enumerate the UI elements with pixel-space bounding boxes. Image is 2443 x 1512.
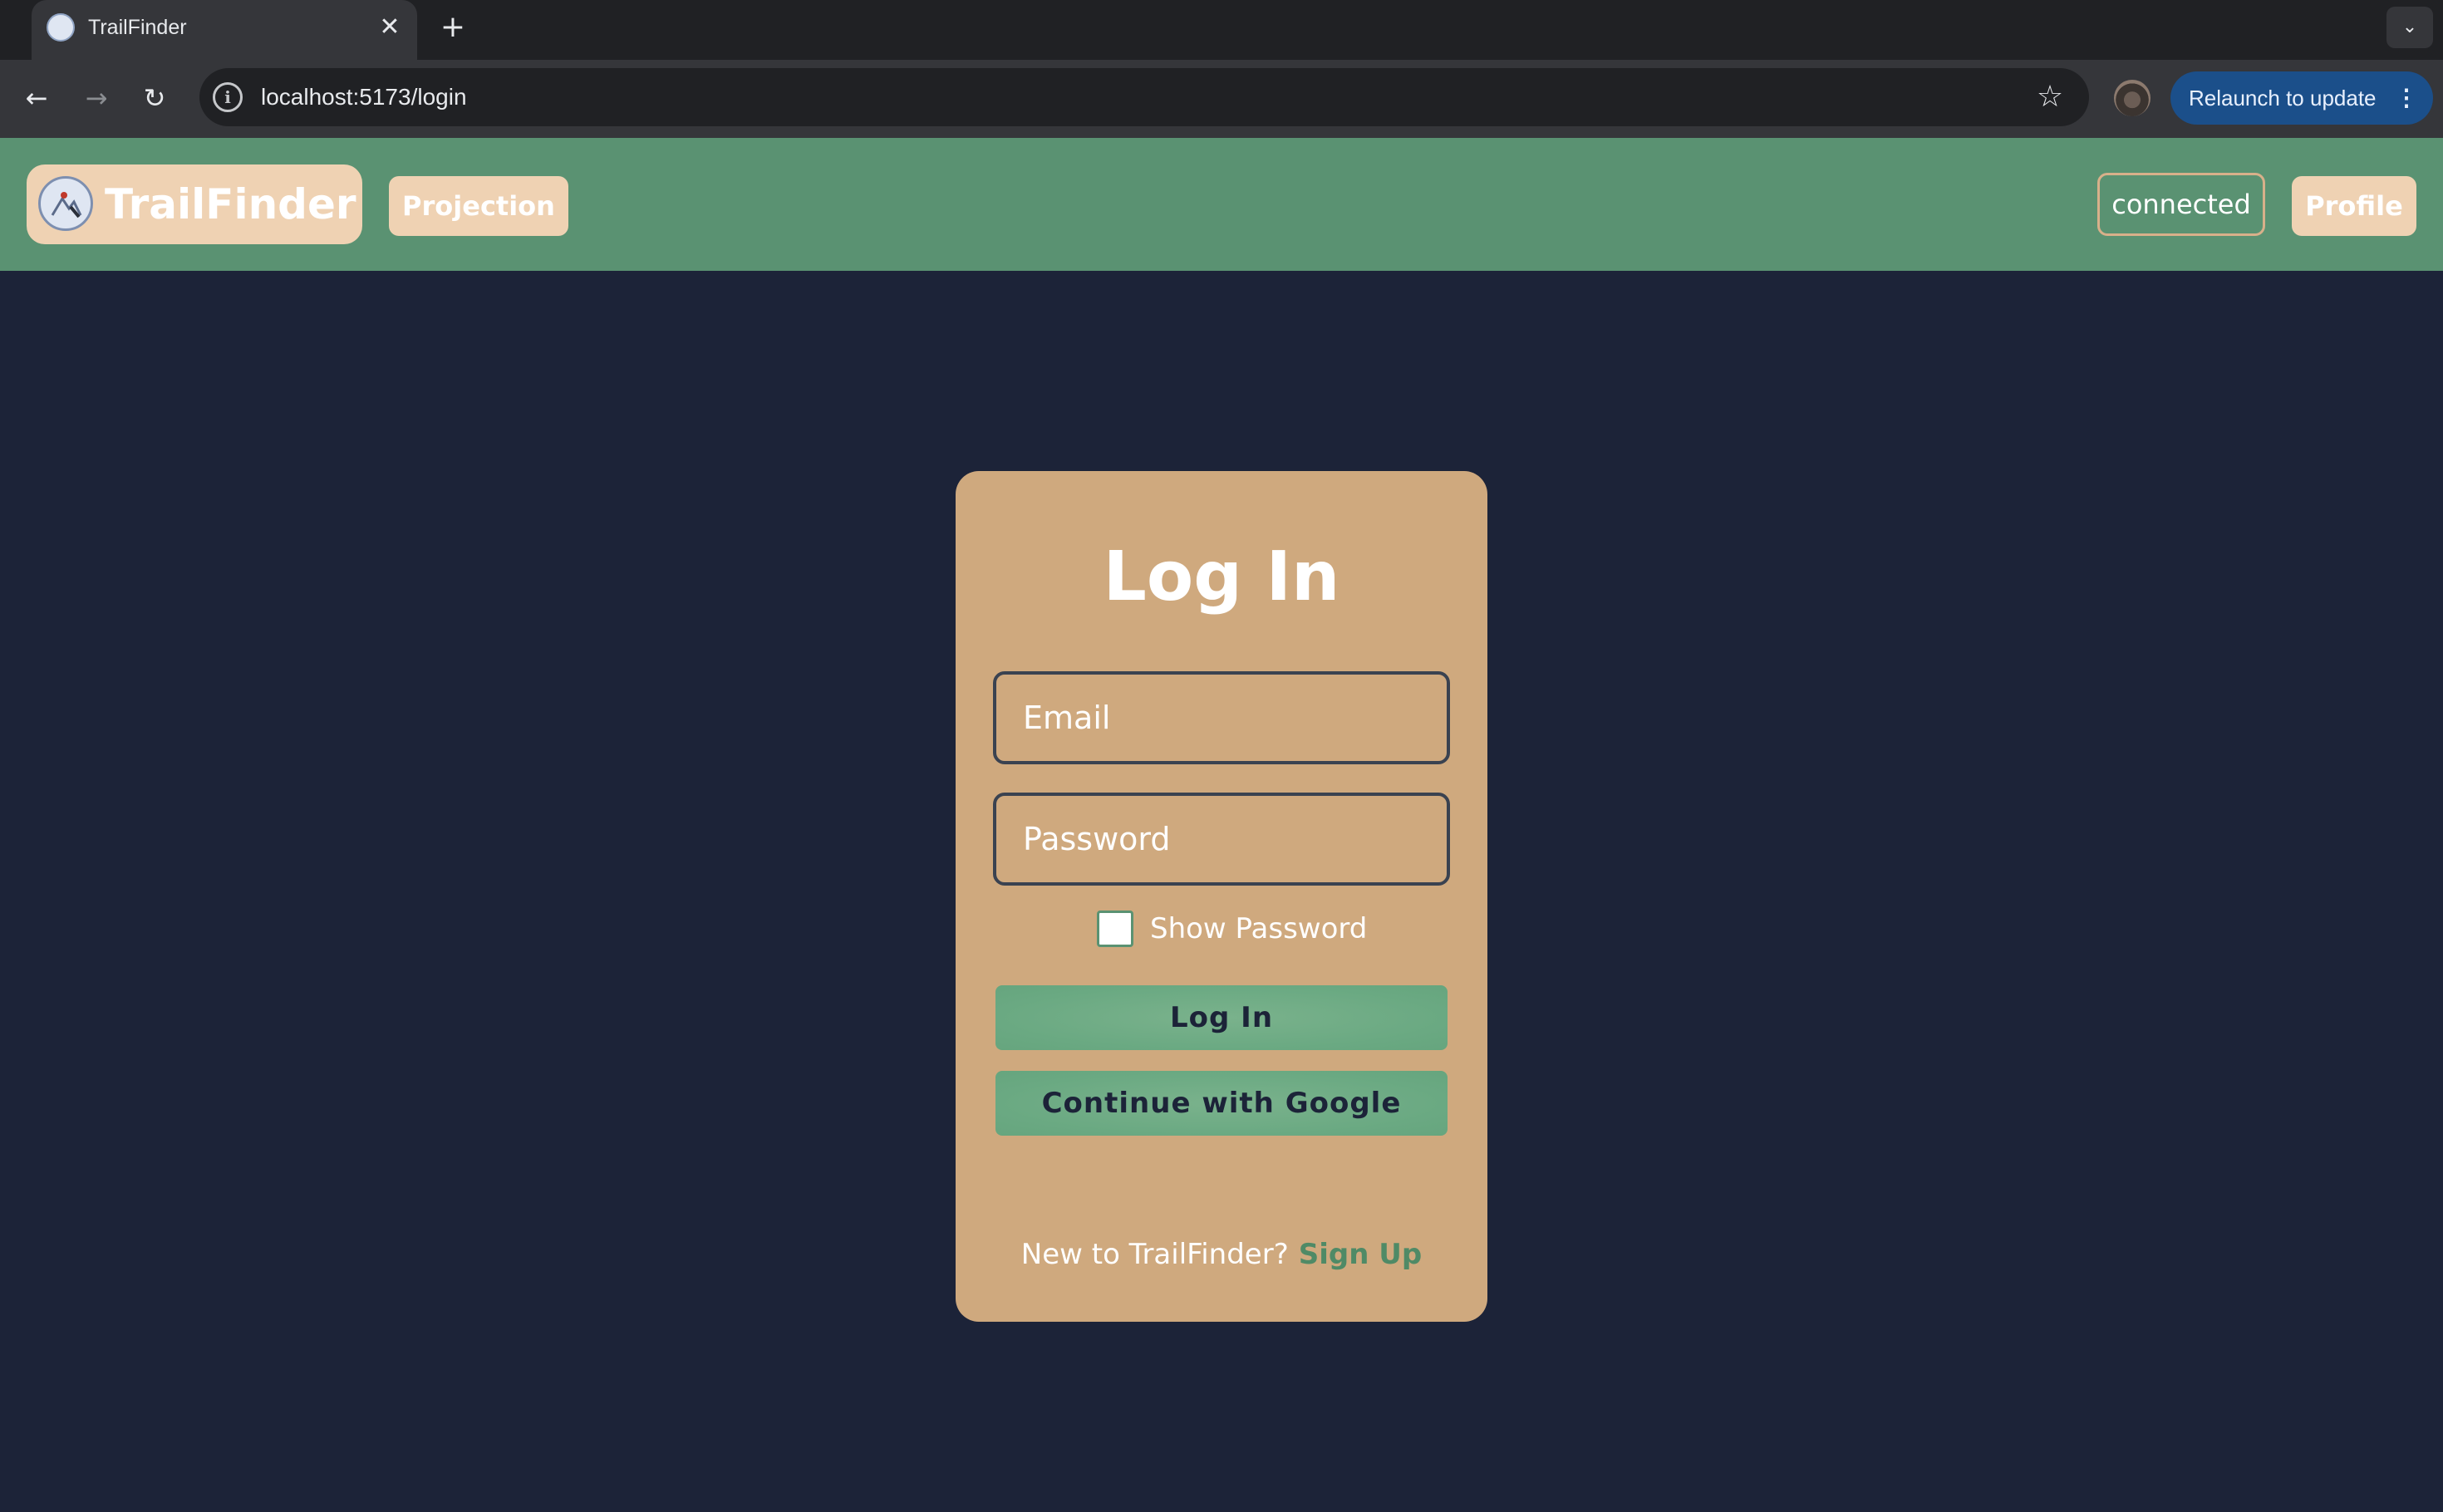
bookmark-star-icon[interactable]: ☆ xyxy=(2029,76,2071,118)
show-password-toggle[interactable]: Show Password xyxy=(1097,908,1396,950)
trailfinder-logo-icon xyxy=(38,176,93,231)
relaunch-button[interactable]: Relaunch to update ⋮ xyxy=(2170,71,2433,125)
brand-name: TrailFinder xyxy=(105,180,356,228)
password-field[interactable] xyxy=(993,793,1450,886)
app-header: TrailFinder Projection connected Profile xyxy=(0,138,2443,271)
browser-toolbar: ← → ↻ i localhost:5173/login ☆ Relaunch … xyxy=(0,60,2443,138)
profile-avatar[interactable] xyxy=(2114,80,2151,116)
browser-tab[interactable]: TrailFinder ✕ xyxy=(32,0,417,60)
reload-icon[interactable]: ↻ xyxy=(133,76,176,120)
browser-tab-strip: TrailFinder ✕ + ⌄ xyxy=(0,0,2443,60)
connection-status-badge: connected xyxy=(2097,173,2265,236)
brand-home-link[interactable]: TrailFinder xyxy=(27,164,362,244)
signup-row: New to TrailFinder? Sign Up xyxy=(956,1234,1487,1275)
login-title: Log In xyxy=(1103,538,1340,616)
address-url[interactable]: localhost:5173/login xyxy=(261,68,467,126)
nav-profile-button[interactable]: Profile xyxy=(2292,176,2416,236)
login-card: Log In Show Password Log In Continue wit… xyxy=(956,471,1487,1322)
show-password-checkbox[interactable] xyxy=(1097,911,1133,947)
email-field[interactable] xyxy=(993,671,1450,764)
show-password-label: Show Password xyxy=(1150,912,1368,945)
nav-projection-button[interactable]: Projection xyxy=(389,176,568,236)
logo-hiker-icon xyxy=(51,192,82,218)
kebab-menu-icon[interactable]: ⋮ xyxy=(2395,71,2418,125)
tab-close-icon[interactable]: ✕ xyxy=(374,12,406,43)
site-info-icon[interactable]: i xyxy=(213,82,243,112)
tab-search-icon[interactable]: ⌄ xyxy=(2386,7,2433,48)
new-tab-icon[interactable]: + xyxy=(435,10,470,45)
signup-link[interactable]: Sign Up xyxy=(1299,1238,1422,1271)
tab-title: TrailFinder xyxy=(88,16,187,39)
login-button[interactable]: Log In xyxy=(995,985,1448,1050)
forward-arrow-icon[interactable]: → xyxy=(75,76,118,120)
signup-prompt: New to TrailFinder? xyxy=(1020,1238,1289,1271)
tab-favicon-icon xyxy=(47,13,75,42)
back-arrow-icon[interactable]: ← xyxy=(15,76,58,120)
address-bar[interactable]: i localhost:5173/login ☆ xyxy=(199,68,2089,126)
google-login-button[interactable]: Continue with Google xyxy=(995,1071,1448,1136)
relaunch-label: Relaunch to update xyxy=(2189,86,2377,110)
